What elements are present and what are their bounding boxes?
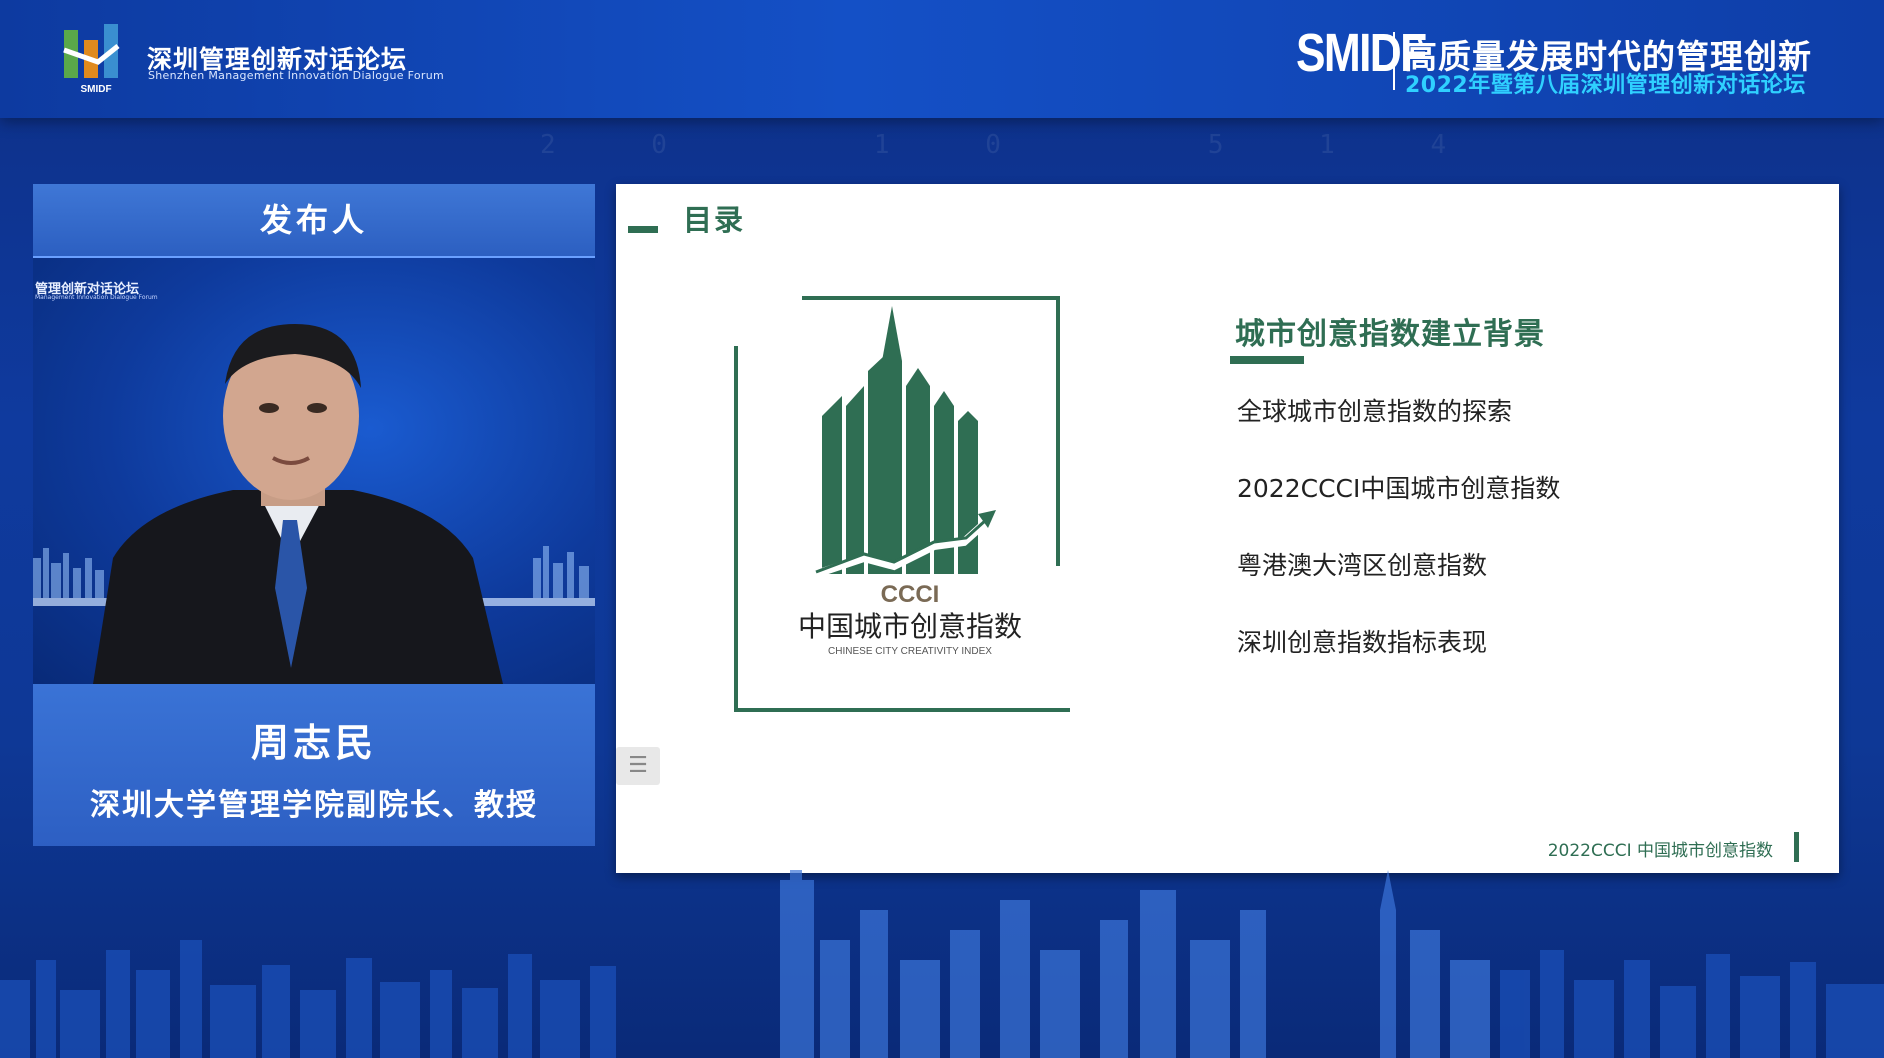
city-skyline-background (0, 870, 1884, 1058)
speaker-header-label: 发布人 (259, 201, 368, 239)
speaker-info: 周志民 深圳大学管理学院副院长、教授 (33, 684, 595, 846)
section-underline (1230, 356, 1304, 364)
speaker-card-header: 发布人 (33, 184, 595, 258)
section-title: 城市创意指数建立背景 (1235, 317, 1545, 352)
background-decoration: 2 0 1 0 5 1 4 (540, 130, 1487, 160)
building-icon (822, 306, 978, 574)
logo-sub-text: SMIDF (80, 84, 111, 95)
speaker-title: 深圳大学管理学院副院长、教授 (90, 788, 538, 823)
header-bar: SMIDF 深圳管理创新对话论坛 Shenzhen Management Inn… (0, 0, 1884, 118)
footer-accent (1794, 832, 1799, 862)
slide-heading: 目录 (683, 203, 746, 237)
logo-cn: 中国城市创意指数 (798, 610, 1022, 643)
speaker-video-frame (33, 324, 595, 684)
divider (1393, 32, 1395, 90)
smidf-logo-icon: SMIDF (63, 24, 120, 95)
skyline-right (533, 546, 589, 598)
speaker-card: 发布人 管理创新对话论坛 Management Innovation Dialo… (33, 184, 595, 846)
speaker-person (93, 324, 503, 684)
logo-abbr: CCCI (881, 581, 940, 608)
toc-item: 2022CCCI中国城市创意指数 (1237, 474, 1561, 503)
slide-footer: 2022CCCI 中国城市创意指数 (1547, 841, 1773, 861)
toc-item: 深圳创意指数指标表现 (1237, 628, 1488, 657)
speaker-video: 管理创新对话论坛 Management Innovation Dialogue … (33, 258, 595, 684)
logo-en: CHINESE CITY CREATIVITY INDEX (828, 646, 992, 657)
speaker-name: 周志民 (250, 720, 377, 765)
heading-accent (628, 226, 658, 233)
event-subtitle: 2022年暨第八届深圳管理创新对话论坛 (1405, 73, 1806, 98)
ccci-logo: CCCI 中国城市创意指数 CHINESE CITY CREATIVITY IN… (734, 296, 1070, 712)
list-icon[interactable]: ☰ (616, 747, 660, 785)
toc-item: 粤港澳大湾区创意指数 (1237, 551, 1488, 580)
skyline-left (33, 548, 104, 598)
brand-subtitle: Shenzhen Management Innovation Dialogue … (148, 69, 445, 82)
toc-item: 全球城市创意指数的探索 (1237, 397, 1513, 426)
presentation-slide: 目录 CCCI 中国城市创意指数 CHINESE CITY CREATIVITY… (616, 184, 1839, 873)
